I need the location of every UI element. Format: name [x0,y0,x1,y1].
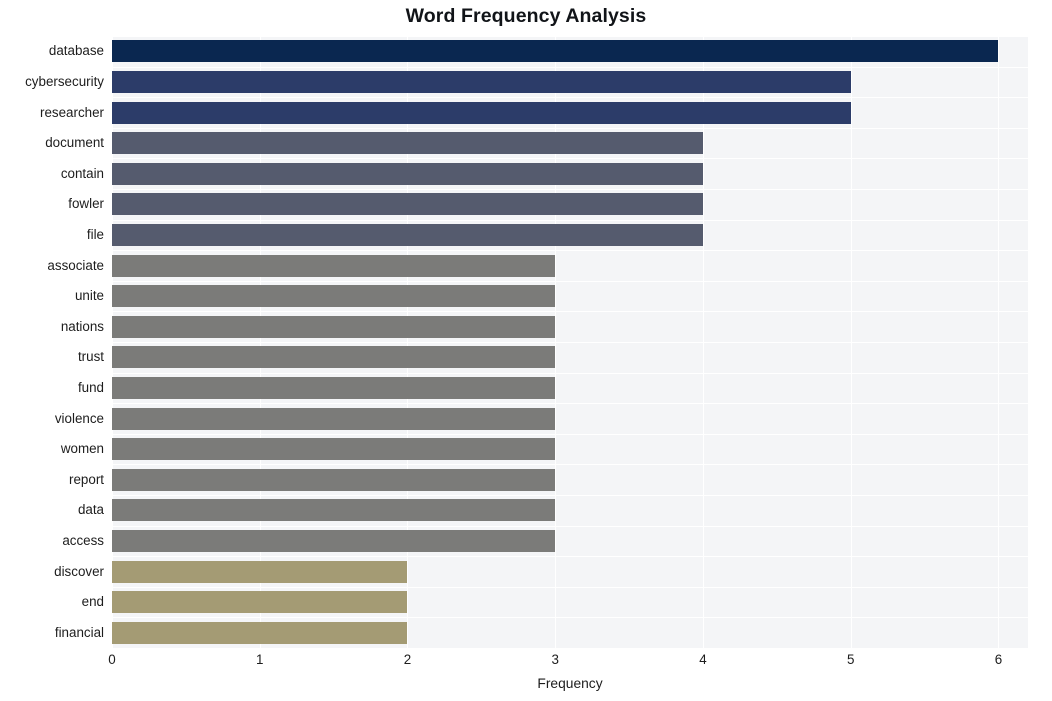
y-axis-tick-label: file [86,226,104,242]
x-axis-tick-label: 5 [846,652,855,667]
y-axis-tick-label: database [48,43,104,59]
y-axis-tick-label: unite [74,288,104,304]
x-axis-tick-label: 3 [551,652,559,667]
bar [112,499,556,522]
bar [112,621,408,644]
y-axis-tick-label: report [69,471,104,487]
y-axis-tick-label: document [45,135,104,151]
bar [112,407,556,430]
x-axis-tick-label: 6 [994,652,1003,667]
bar [112,468,556,491]
y-axis-tick-label: financial [54,624,104,640]
bar [112,193,703,216]
bar [112,438,556,461]
bar [112,254,556,277]
y-axis-tick-label: fowler [68,196,104,212]
y-axis-tick-label: contain [60,165,104,181]
y-axis-tick-labels: database cybersecurity researcher document c… [0,36,104,648]
bar [112,560,408,583]
y-axis-tick-label: nations [60,318,104,334]
bar [112,529,556,552]
x-axis-tick-labels: 0 1 2 3 4 5 6 [108,652,1028,674]
word-frequency-chart: Word Frequency Analysis database cybersec… [0,0,1052,701]
bar [112,591,408,614]
y-axis-tick-label: end [81,594,104,610]
y-axis-tick-label: violence [54,410,104,426]
y-axis-tick-label: data [77,502,104,518]
y-axis-tick-label: associate [47,257,104,273]
plot-area [112,36,1028,649]
x-axis-tick-label: 1 [256,652,264,667]
bar [112,376,556,399]
x-axis-tick-label: 4 [699,652,707,667]
x-axis-title: Frequency [537,676,603,691]
chart-title: Word Frequency Analysis [405,5,647,27]
x-axis-tick-label: 2 [403,652,412,667]
y-axis-tick-label: women [60,441,104,457]
y-axis-tick-label: fund [77,379,104,395]
bar [112,70,851,93]
bar [112,101,851,124]
bar [112,223,703,246]
y-axis-tick-label: cybersecurity [25,73,104,89]
bar [112,162,703,185]
y-axis-tick-label: discover [54,563,104,579]
y-axis-tick-label: trust [77,349,104,365]
bar [112,315,556,338]
gridline-horizontal [112,648,1028,649]
bar [112,132,703,155]
y-axis-tick-label: researcher [39,104,104,120]
x-axis-tick-label: 0 [108,652,116,667]
y-axis-tick-label: access [62,532,104,548]
bar [112,346,556,369]
bar [112,285,556,308]
bar [112,40,999,63]
bar-series [112,36,1028,648]
